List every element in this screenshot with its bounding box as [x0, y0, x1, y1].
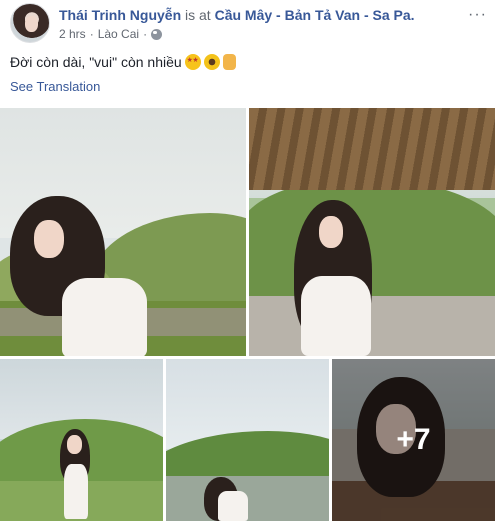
globe-icon[interactable] — [151, 28, 163, 40]
post-message: Đời còn dài, "vui" còn nhiều — [10, 54, 182, 70]
post-location[interactable]: Lào Cai — [98, 27, 139, 41]
more-photos-overlay[interactable]: +7 — [332, 359, 495, 521]
check-in-place[interactable]: Cầu Mây - Bản Tả Van - Sa Pa. — [215, 7, 415, 23]
header-line: Thái Trinh Nguyễn is at Cầu Mây - Bản Tả… — [59, 7, 415, 23]
gallery-photo[interactable] — [0, 108, 246, 356]
see-translation-link[interactable]: See Translation — [10, 79, 100, 94]
post-time[interactable]: 2 hrs — [59, 27, 86, 41]
meta-separator: · — [89, 27, 94, 41]
post-text: Đời còn dài, "vui" còn nhiều — [10, 54, 236, 70]
post-header: Thái Trinh Nguyễn is at Cầu Mây - Bản Tả… — [0, 0, 495, 50]
more-options-icon[interactable]: ··· — [468, 6, 487, 24]
avatar[interactable] — [10, 3, 50, 43]
sunflower-emoji-icon — [203, 54, 220, 70]
is-at-label: is at — [185, 7, 211, 23]
meta-separator: · — [143, 27, 148, 41]
post-meta: 2 hrs · Lào Cai · — [59, 27, 163, 41]
more-photos-count: +7 — [396, 423, 431, 456]
star-struck-emoji-icon — [184, 54, 201, 70]
gallery-photo[interactable] — [249, 108, 495, 356]
author-name[interactable]: Thái Trinh Nguyễn — [59, 7, 181, 23]
love-you-gesture-emoji-icon — [222, 54, 236, 70]
gallery-photo[interactable]: +7 — [332, 359, 495, 521]
gallery-photo[interactable] — [0, 359, 163, 521]
gallery-photo[interactable] — [166, 359, 329, 521]
